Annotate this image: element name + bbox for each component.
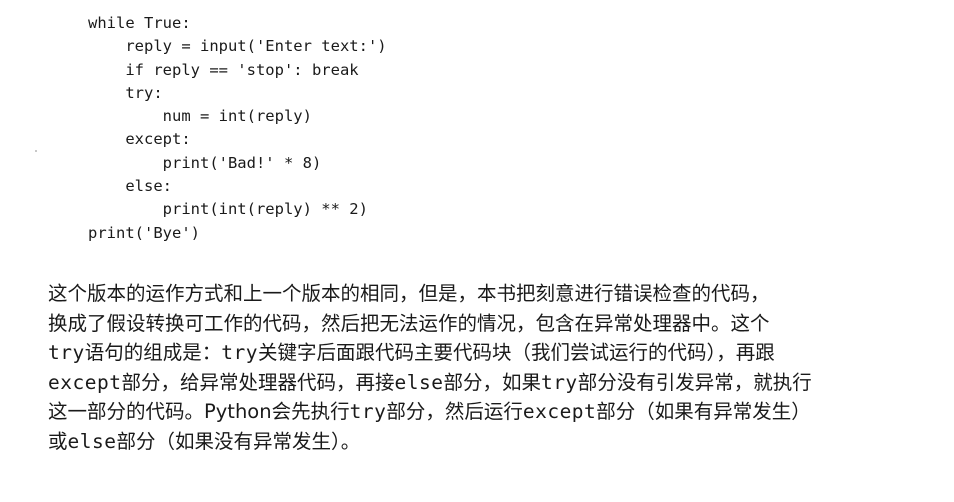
code-line: num = int(reply) xyxy=(88,107,312,126)
inline-code: try xyxy=(349,400,387,424)
text-run: 这一部分的代码。Python会先执行 xyxy=(48,400,350,424)
code-line: else: xyxy=(88,177,172,196)
text-run: 或 xyxy=(48,429,68,453)
code-listing: while True: reply = input('Enter text:')… xyxy=(88,12,387,245)
code-line: print('Bye') xyxy=(88,223,200,242)
code-line: print(int(reply) ** 2) xyxy=(88,200,368,219)
paragraph-line: 这个版本的运作方式和上一个版本的相同，但是，本书把刻意进行错误检查的代码， xyxy=(48,279,938,309)
inline-code: try xyxy=(48,341,85,365)
book-page: while True: reply = input('Enter text:')… xyxy=(0,0,954,502)
inline-code: try xyxy=(221,341,258,365)
inline-code: except xyxy=(522,400,597,424)
inline-code: else xyxy=(394,370,444,394)
paragraph-line: 这一部分的代码。Python会先执行try部分，然后运行except部分（如果有… xyxy=(48,397,938,427)
paragraph-line: 或else部分（如果没有异常发生）。 xyxy=(48,427,938,457)
paragraph-line: except部分，给异常处理器代码，再接else部分，如果try部分没有引发异常… xyxy=(48,368,938,398)
text-run: 语句的组成是： xyxy=(84,341,222,365)
body-paragraph: 这个版本的运作方式和上一个版本的相同，但是，本书把刻意进行错误检查的代码， 换成… xyxy=(48,279,938,457)
scan-speck xyxy=(35,150,37,152)
text-run: 部分，给异常处理器代码，再接 xyxy=(121,370,395,394)
code-line: if reply == 'stop': break xyxy=(88,60,359,79)
text-run: 这个版本的运作方式和上一个版本的相同，但是，本书把刻意进行错误检查的代码， xyxy=(48,282,770,305)
paragraph-line: 换成了假设转换可工作的代码，然后把无法运作的情况，包含在异常处理器中。这个 xyxy=(48,309,938,339)
inline-code: else xyxy=(67,429,117,453)
code-line: while True: xyxy=(88,14,191,32)
text-run: 部分（如果有异常发生） xyxy=(596,400,811,424)
inline-code: except xyxy=(48,370,122,394)
text-run: 部分，如果 xyxy=(443,370,541,394)
text-run: 换成了假设转换可工作的代码，然后把无法运作的情况，包含在异常处理器中。这个 xyxy=(48,311,770,335)
text-run: 关键字后面跟代码主要代码块（我们尝试运行的代码），再跟 xyxy=(257,341,775,365)
inline-code: try xyxy=(540,370,578,394)
code-line: except: xyxy=(88,130,191,149)
code-line: try: xyxy=(88,83,163,102)
text-run: 部分（如果没有异常发生）。 xyxy=(116,429,361,453)
text-run: 部分，然后运行 xyxy=(386,400,523,424)
paragraph-line: try语句的组成是：try关键字后面跟代码主要代码块（我们尝试运行的代码），再跟 xyxy=(48,338,938,368)
code-line: print('Bad!' * 8) xyxy=(88,153,322,172)
code-line: reply = input('Enter text:') xyxy=(88,37,387,56)
text-run: 部分没有引发异常，就执行 xyxy=(577,370,812,394)
